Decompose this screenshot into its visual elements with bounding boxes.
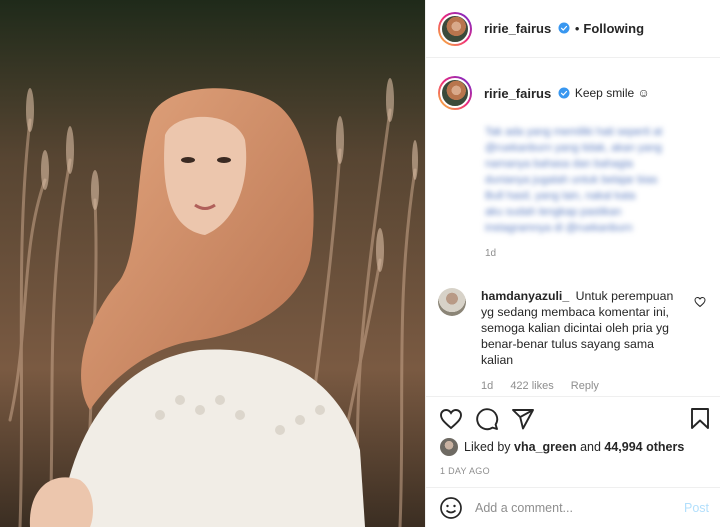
caption-avatar[interactable] <box>438 76 472 110</box>
comment-username[interactable]: hamdanyazuli_ <box>481 289 569 303</box>
post-header: ririe_fairus • Following <box>426 0 720 58</box>
photo-illustration <box>0 0 425 527</box>
username-link[interactable]: ririe_fairus <box>484 21 570 36</box>
comment-age: 1d <box>481 380 494 392</box>
separator-dot: • <box>574 21 580 36</box>
following-button[interactable]: Following <box>583 21 644 36</box>
liker-avatar[interactable] <box>440 438 458 456</box>
comment-item: hamdanyazuli_ Untuk perempuan yg sedang … <box>438 288 713 394</box>
likes-prefix: Liked by <box>464 440 511 454</box>
comment-icon[interactable] <box>475 407 499 431</box>
likes-others-link[interactable]: 44,994 others <box>604 440 684 454</box>
caption: ririe_fairus Keep smile ☺ Tak ada yang m… <box>438 76 713 259</box>
post-timestamp: 1 DAY AGO <box>440 466 490 476</box>
heart-icon[interactable] <box>439 407 463 431</box>
comment-avatar[interactable] <box>438 288 466 316</box>
post-button[interactable]: Post <box>684 501 709 515</box>
comment-input[interactable]: Add a comment... <box>475 501 684 515</box>
share-icon[interactable] <box>511 407 535 431</box>
likes-and: and <box>580 440 601 454</box>
verified-icon <box>558 22 570 34</box>
post-side-panel: ririe_fairus • Following ririe_fairus Ke… <box>425 0 720 527</box>
comment-like-heart-icon[interactable] <box>694 296 706 308</box>
action-bar <box>426 396 720 438</box>
verified-icon <box>558 87 570 98</box>
post-photo[interactable] <box>0 0 425 527</box>
emoji-icon[interactable] <box>439 496 463 520</box>
liker-username[interactable]: vha_green <box>514 440 577 454</box>
caption-text: Keep smile ☺ <box>574 86 650 100</box>
bookmark-icon[interactable] <box>688 407 712 431</box>
caption-blurred-text: Tak ada yang memiliki hati seperti at @r… <box>485 126 663 234</box>
likes-summary: Liked by vha_green and 44,994 others <box>440 438 684 456</box>
comment-likes[interactable]: 422 likes <box>510 380 553 392</box>
avatar[interactable] <box>438 11 472 46</box>
add-comment-bar: Add a comment... Post <box>426 487 720 527</box>
caption-username[interactable]: ririe_fairus <box>484 86 570 101</box>
caption-age: 1d <box>485 248 497 259</box>
reply-button[interactable]: Reply <box>571 380 599 392</box>
